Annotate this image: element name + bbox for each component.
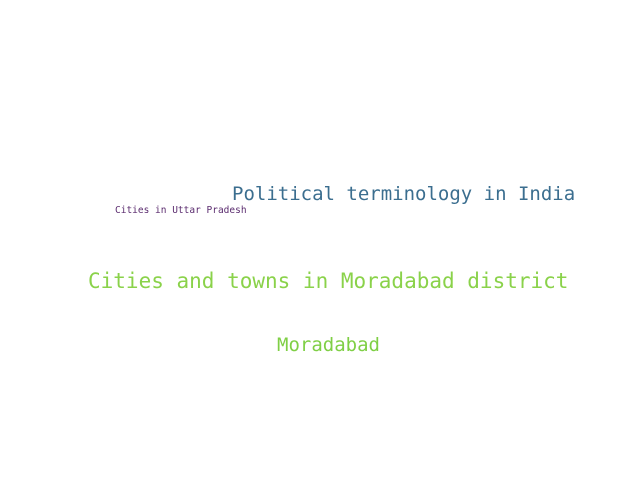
word-political-terminology-in-india: Political terminology in India [232, 183, 576, 205]
word-cities-and-towns-in-moradabad-district: Cities and towns in Moradabad district [88, 269, 569, 293]
word-moradabad: Moradabad [277, 334, 380, 356]
word-cities-in-uttar-pradesh: Cities in Uttar Pradesh [115, 205, 247, 216]
